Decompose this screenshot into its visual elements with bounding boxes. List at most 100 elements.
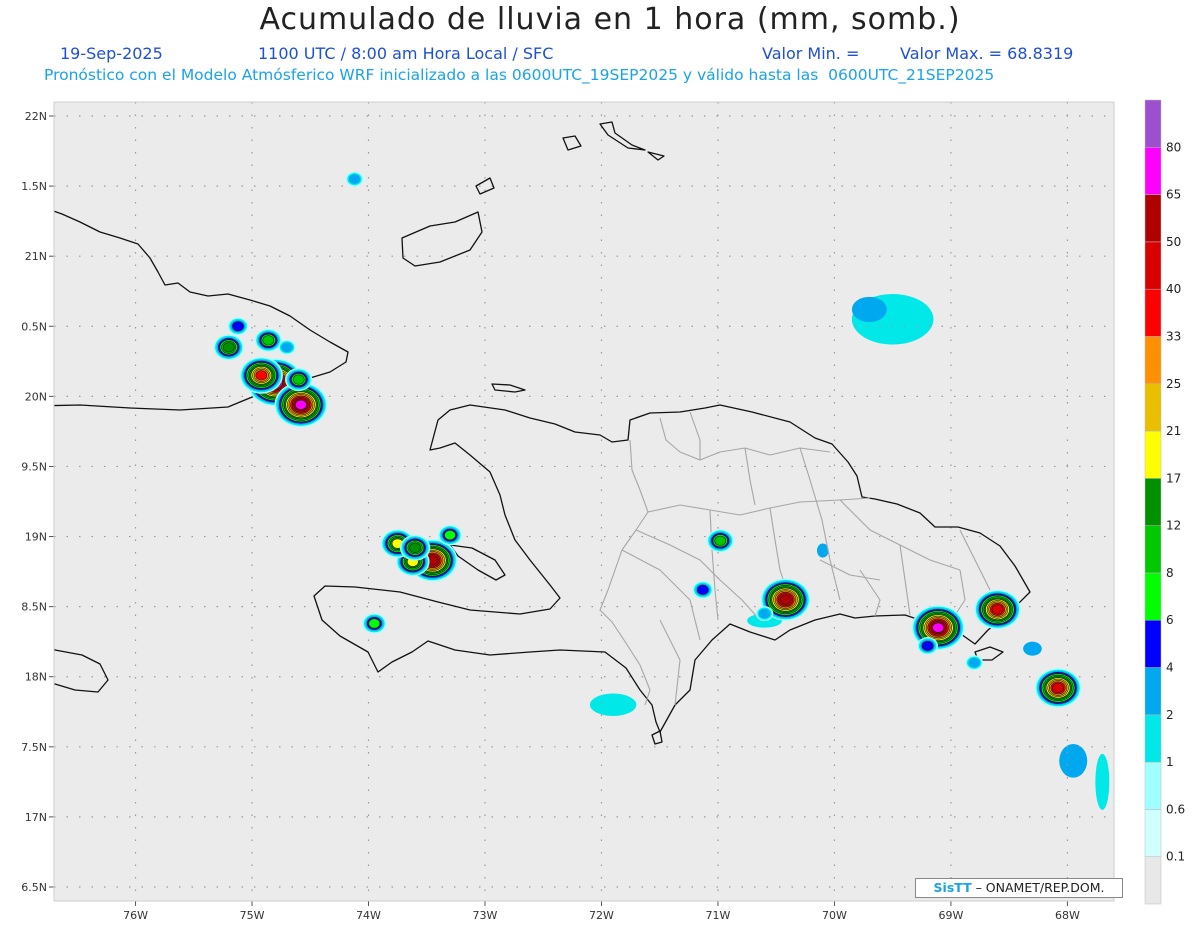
lat-label: 20N [25,390,47,403]
rain-cell [399,534,431,561]
lat-label: 8.5N [21,601,47,614]
lat-label: 22N [25,110,47,123]
colorbar-label: 25 [1166,377,1181,391]
colorbar-swatch [1144,194,1162,243]
colorbar-swatch [1144,856,1162,905]
map-background [54,102,1114,901]
colorbar-swatch [1144,336,1162,385]
colorbar-swatch [1144,525,1162,574]
rain-contour [696,584,709,595]
lon-label: 75W [240,909,265,922]
lat-label: 18N [25,671,47,684]
rain-cell [213,334,244,361]
colorbar-label: 12 [1166,519,1181,533]
colorbar-label: 1 [1166,755,1174,769]
lat-label: 0.5N [21,320,47,333]
lon-label: 68W [1055,909,1080,922]
rainfall-map: 22N 1.5N 21N 0.5N 20N 9.5N 19N 8.5N 18N 7.5N 17N 6.… [21,99,1185,922]
rain-cell [755,606,774,622]
colorbar-label: 0.6 [1166,802,1185,816]
rain-cell [438,524,463,546]
colorbar-label: 2 [1166,708,1174,722]
lon-label: 69W [938,909,963,922]
rain-cell [917,637,939,655]
colorbar-swatch [1144,761,1162,810]
rain-contour [444,530,456,541]
rain-cell [285,367,313,392]
light-rain-area [1023,641,1042,656]
colorbar: 0.10.612468121721253340506580 [1144,99,1185,905]
rain-contour [255,370,268,381]
rain-contour [292,374,305,385]
colorbar-swatch [1144,383,1162,432]
colorbar-swatch [1144,99,1162,148]
rain-cell [1034,668,1082,708]
rain-contour [368,618,381,629]
light-rain-area [589,693,637,716]
rain-cell [345,171,364,187]
colorbar-label: 21 [1166,424,1181,438]
colorbar-label: 65 [1166,188,1181,202]
colorbar-swatch [1144,241,1162,290]
colorbar-swatch [1144,288,1162,337]
rain-cell [362,613,387,634]
lat-label: 17N [25,811,47,824]
rain-cell [692,580,714,599]
lat-label: 7.5N [21,741,47,754]
colorbar-label: 0.1 [1166,850,1185,864]
rain-contour [991,604,1004,615]
colorbar-label: 80 [1166,140,1181,154]
lon-label: 72W [589,909,614,922]
rain-contour [281,342,293,353]
lon-label: 74W [356,909,381,922]
rain-contour [1052,682,1064,693]
latitude-labels: 22N 1.5N 21N 0.5N 20N 9.5N 19N 8.5N 18N 7.5N 17N 6.… [21,110,47,894]
lon-label: 76W [123,909,148,922]
colorbar-label: 8 [1166,566,1174,580]
colorbar-swatch [1144,478,1162,526]
light-rain-area [1095,753,1110,810]
rain-cell [706,529,734,553]
colorbar-label: 33 [1166,329,1181,343]
colorbar-label: 50 [1166,235,1181,249]
credit-box: SisTT – ONAMET/REP.DOM. [915,878,1123,898]
rain-cell [974,589,1021,630]
rain-contour [932,622,945,633]
rain-contour [295,399,307,410]
lat-label: 21N [25,250,47,263]
longitude-labels: 76W 75W 74W 73W 72W 71W 70W 69W 68W [123,909,1080,922]
rain-contour [758,608,771,619]
light-rain-area [851,296,887,323]
lat-label: 19N [25,531,47,544]
rain-cell [278,339,296,355]
rain-contour [779,594,792,605]
lon-label: 71W [706,909,731,922]
colorbar-swatch [1144,572,1162,621]
rain-cell [254,328,282,352]
colorbar-swatch [1144,714,1162,763]
rain-cell [239,356,283,394]
colorbar-label: 4 [1166,661,1174,675]
colorbar-swatch [1144,430,1162,479]
credit-brand: SisTT [933,880,972,895]
rain-contour [968,657,980,668]
colorbar-label: 40 [1166,282,1181,296]
lat-label: 9.5N [21,460,47,473]
colorbar-swatch [1144,619,1162,668]
rain-cell [227,317,249,336]
rain-contour [714,535,727,546]
colorbar-swatch [1144,147,1162,195]
rain-contour [409,542,421,553]
lat-label: 1.5N [21,180,47,193]
lat-label: 6.5N [21,881,47,894]
rain-contour [232,321,244,332]
light-rain-area [1059,744,1088,778]
rain-cell [965,655,984,671]
rain-contour [222,342,235,353]
lon-label: 73W [473,909,498,922]
colorbar-label: 17 [1166,471,1181,485]
rain-contour [348,174,361,184]
colorbar-label: 6 [1166,613,1174,627]
colorbar-swatch [1144,667,1162,716]
lon-label: 70W [822,909,847,922]
